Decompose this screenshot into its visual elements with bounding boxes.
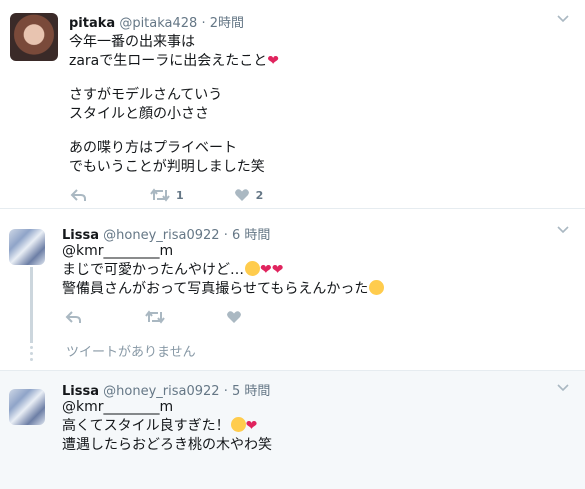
retweet-button[interactable]: 1 <box>150 188 184 202</box>
user-handle[interactable]: @honey_risa0922 <box>103 384 219 399</box>
tweet-line: あの喋り方はプライベート <box>69 140 237 156</box>
reply-button[interactable] <box>65 310 83 324</box>
timestamp[interactable]: 6 時間 <box>232 228 270 243</box>
tweet-line: 高くてスタイル良すぎた！ <box>62 418 230 434</box>
tweet-header: Lissa @honey_risa0922 · 5 時間 <box>62 380 270 399</box>
heart-emoji-icon: ❤ <box>267 53 279 69</box>
separator: · <box>223 384 228 399</box>
worried-face-emoji-icon <box>245 261 260 276</box>
tweet-line: スタイルと顔の小ささ <box>69 106 209 122</box>
heart-eyes-emoji-icon <box>230 417 246 432</box>
tweet-line: まじで可愛かったんやけど… <box>62 262 244 278</box>
tweet-line-with-emoji: 高くてスタイル良すぎた！ ❤ <box>62 417 272 436</box>
heart-icon <box>234 189 249 201</box>
retweet-icon <box>150 188 170 202</box>
heart-emoji-icon: ❤ <box>260 262 272 278</box>
separator: · <box>201 16 206 31</box>
tweet-header: pitaka @pitaka428 · 2時間 <box>69 12 244 31</box>
tweet-line: でもいうことが判明しました笑 <box>69 159 265 175</box>
user-handle[interactable]: @pitaka428 <box>119 16 197 31</box>
thread-dot <box>30 346 33 349</box>
tweet-text: 今年一番の出来事は zaraで生ローラに出会えたこと❤ さすがモデルさんていう … <box>69 33 279 177</box>
thread-dot <box>30 352 33 355</box>
timestamp[interactable]: 5 時間 <box>232 384 270 399</box>
display-name[interactable]: pitaka <box>69 16 115 31</box>
chevron-down-icon[interactable] <box>557 223 569 237</box>
tweet-line-with-emoji: まじで可愛かったんやけど… ❤❤ <box>62 261 384 280</box>
chevron-down-icon[interactable] <box>557 12 569 26</box>
separator: · <box>223 228 228 243</box>
tweet-actions <box>65 310 242 324</box>
retweet-button[interactable] <box>145 310 165 324</box>
avatar[interactable] <box>9 389 45 425</box>
tweet-unavailable-notice: ツイートがありません <box>66 345 196 360</box>
thread-line <box>30 267 33 343</box>
display-name[interactable]: Lissa <box>62 228 99 243</box>
display-name[interactable]: Lissa <box>62 384 99 399</box>
tweet-text: @kmr________m まじで可愛かったんやけど… ❤❤ 警備員さんがおって写… <box>62 242 385 299</box>
mention-line[interactable]: @kmr________m <box>62 398 272 417</box>
tweet-line: 警備員さんがおって写真撮らせてもらえんかった <box>62 281 369 297</box>
thread-dot <box>30 358 33 361</box>
retweet-count: 1 <box>176 188 184 202</box>
tweet-line-with-emoji: 警備員さんがおって写真撮らせてもらえんかった <box>62 280 385 299</box>
like-button[interactable] <box>226 310 242 324</box>
tweet-line: zaraで生ローラに出会えたこと <box>69 53 268 69</box>
heart-icon <box>227 311 241 323</box>
avatar[interactable] <box>10 13 58 61</box>
sad-face-emoji-icon <box>369 280 385 295</box>
mention-line[interactable]: @kmr________m <box>62 242 384 261</box>
avatar[interactable] <box>9 229 45 265</box>
tweet-line: 今年一番の出来事は <box>69 34 195 50</box>
tweet-actions: 1 2 <box>70 188 263 202</box>
chevron-down-icon[interactable] <box>557 381 569 395</box>
reply-icon <box>65 311 81 323</box>
tweet-text: @kmr________m 高くてスタイル良すぎた！ ❤ 遭遇したらおどろき桃の木… <box>62 398 272 455</box>
tweet-1[interactable]: pitaka @pitaka428 · 2時間 今年一番の出来事は zaraで生… <box>0 0 585 209</box>
user-handle[interactable]: @honey_risa0922 <box>103 228 219 243</box>
like-button[interactable]: 2 <box>234 188 264 202</box>
reply-icon <box>70 189 86 201</box>
reply-button[interactable] <box>70 188 88 202</box>
like-count: 2 <box>255 188 264 202</box>
sparkling-heart-emoji-icon: ❤ <box>245 418 258 434</box>
tweet-line: 遭遇したらおどろき桃の木やわ笑 <box>62 437 272 453</box>
timestamp[interactable]: 2時間 <box>210 16 244 31</box>
heart-emoji-icon: ❤ <box>271 262 284 278</box>
retweet-icon <box>145 310 165 324</box>
tweet-header: Lissa @honey_risa0922 · 6 時間 <box>62 224 270 243</box>
tweet-line: さすがモデルさんていう <box>69 87 223 103</box>
tweet-line-with-emoji: zaraで生ローラに出会えたこと❤ <box>69 52 279 71</box>
